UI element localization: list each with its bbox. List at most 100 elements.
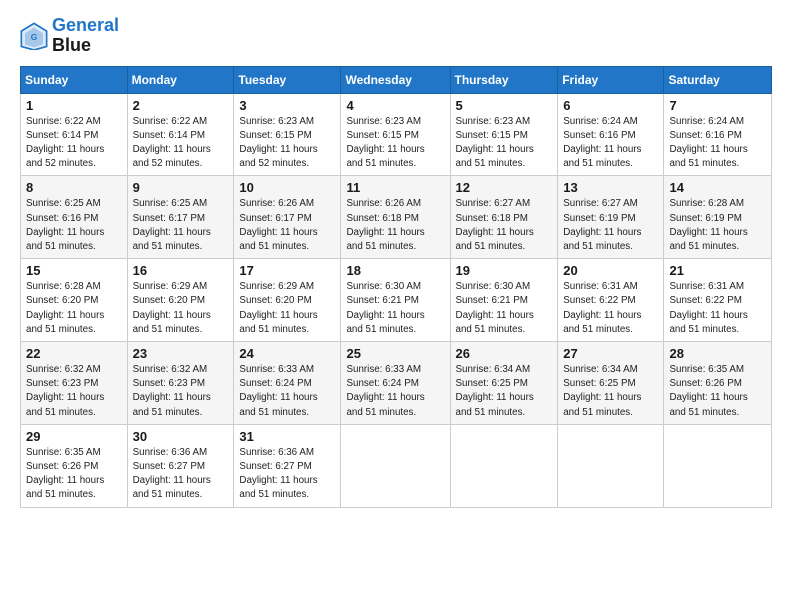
day-number: 3 <box>239 98 335 113</box>
day-number: 12 <box>456 180 553 195</box>
day-header-sunday: Sunday <box>21 66 128 93</box>
day-number: 24 <box>239 346 335 361</box>
day-info: Sunrise: 6:32 AM Sunset: 6:23 PM Dayligh… <box>26 363 122 420</box>
day-info: Sunrise: 6:25 AM Sunset: 6:16 PM Dayligh… <box>26 197 122 254</box>
calendar-cell: 14 Sunrise: 6:28 AM Sunset: 6:19 PM Dayli… <box>664 176 772 259</box>
day-number: 20 <box>563 263 658 278</box>
calendar-cell: 19Sunrise: 6:30 AM Sunset: 6:21 PM Dayli… <box>450 259 558 342</box>
day-number: 27 <box>563 346 658 361</box>
calendar-cell: 29 Sunrise: 6:35 AM Sunset: 6:26 PM Dayli… <box>21 424 128 507</box>
day-header-thursday: Thursday <box>450 66 558 93</box>
calendar-cell: 27 Sunrise: 6:34 AM Sunset: 6:25 PM Dayli… <box>558 342 664 425</box>
day-header-monday: Monday <box>127 66 234 93</box>
calendar-cell: 26Sunrise: 6:34 AM Sunset: 6:25 PM Dayli… <box>450 342 558 425</box>
day-number: 16 <box>133 263 229 278</box>
calendar-cell: 18 Sunrise: 6:30 AM Sunset: 6:21 PM Dayli… <box>341 259 450 342</box>
day-info: Sunrise: 6:24 AM Sunset: 6:16 PM Dayligh… <box>563 115 658 172</box>
calendar-cell: 13Sunrise: 6:27 AM Sunset: 6:19 PM Dayli… <box>558 176 664 259</box>
calendar-cell: 17 Sunrise: 6:29 AM Sunset: 6:20 PM Dayli… <box>234 259 341 342</box>
day-number: 5 <box>456 98 553 113</box>
calendar-cell: 31Sunrise: 6:36 AM Sunset: 6:27 PM Dayli… <box>234 424 341 507</box>
calendar-header: SundayMondayTuesdayWednesdayThursdayFrid… <box>21 66 772 93</box>
calendar-cell: 22 Sunrise: 6:32 AM Sunset: 6:23 PM Dayli… <box>21 342 128 425</box>
calendar-cell: 9Sunrise: 6:25 AM Sunset: 6:17 PM Daylig… <box>127 176 234 259</box>
day-info: Sunrise: 6:35 AM Sunset: 6:26 PM Dayligh… <box>26 446 122 503</box>
day-number: 31 <box>239 429 335 444</box>
day-info: Sunrise: 6:22 AM Sunset: 6:14 PM Dayligh… <box>133 115 229 172</box>
logo-icon: G <box>20 22 48 50</box>
calendar-cell <box>341 424 450 507</box>
day-number: 22 <box>26 346 122 361</box>
calendar-cell: 1 Sunrise: 6:22 AM Sunset: 6:14 PM Daylig… <box>21 93 128 176</box>
logo-text: General Blue <box>52 16 119 56</box>
day-info: Sunrise: 6:24 AM Sunset: 6:16 PM Dayligh… <box>669 115 766 172</box>
day-info: Sunrise: 6:29 AM Sunset: 6:20 PM Dayligh… <box>133 280 229 337</box>
calendar-body: 1 Sunrise: 6:22 AM Sunset: 6:14 PM Daylig… <box>21 93 772 507</box>
day-info: Sunrise: 6:27 AM Sunset: 6:19 PM Dayligh… <box>563 197 658 254</box>
day-header-wednesday: Wednesday <box>341 66 450 93</box>
day-header-saturday: Saturday <box>664 66 772 93</box>
calendar-cell: 5 Sunrise: 6:23 AM Sunset: 6:15 PM Daylig… <box>450 93 558 176</box>
day-info: Sunrise: 6:30 AM Sunset: 6:21 PM Dayligh… <box>346 280 444 337</box>
day-info: Sunrise: 6:26 AM Sunset: 6:18 PM Dayligh… <box>346 197 444 254</box>
calendar-cell: 6 Sunrise: 6:24 AM Sunset: 6:16 PM Daylig… <box>558 93 664 176</box>
calendar-cell: 20 Sunrise: 6:31 AM Sunset: 6:22 PM Dayli… <box>558 259 664 342</box>
calendar-cell: 21 Sunrise: 6:31 AM Sunset: 6:22 PM Dayli… <box>664 259 772 342</box>
day-info: Sunrise: 6:23 AM Sunset: 6:15 PM Dayligh… <box>346 115 444 172</box>
day-number: 17 <box>239 263 335 278</box>
day-number: 26 <box>456 346 553 361</box>
calendar-cell <box>664 424 772 507</box>
day-number: 29 <box>26 429 122 444</box>
svg-text:G: G <box>31 32 38 42</box>
calendar-cell: 10Sunrise: 6:26 AM Sunset: 6:17 PM Dayli… <box>234 176 341 259</box>
day-info: Sunrise: 6:23 AM Sunset: 6:15 PM Dayligh… <box>456 115 553 172</box>
calendar-cell <box>450 424 558 507</box>
day-info: Sunrise: 6:36 AM Sunset: 6:27 PM Dayligh… <box>133 446 229 503</box>
calendar-cell: 12 Sunrise: 6:27 AM Sunset: 6:18 PM Dayli… <box>450 176 558 259</box>
day-header-tuesday: Tuesday <box>234 66 341 93</box>
day-info: Sunrise: 6:31 AM Sunset: 6:22 PM Dayligh… <box>669 280 766 337</box>
header: G General Blue <box>20 16 772 56</box>
day-number: 7 <box>669 98 766 113</box>
week-row-3: 15 Sunrise: 6:28 AM Sunset: 6:20 PM Dayli… <box>21 259 772 342</box>
day-info: Sunrise: 6:32 AM Sunset: 6:23 PM Dayligh… <box>133 363 229 420</box>
day-number: 30 <box>133 429 229 444</box>
calendar-table: SundayMondayTuesdayWednesdayThursdayFrid… <box>20 66 772 508</box>
day-number: 25 <box>346 346 444 361</box>
week-row-4: 22 Sunrise: 6:32 AM Sunset: 6:23 PM Dayli… <box>21 342 772 425</box>
day-number: 11 <box>346 180 444 195</box>
day-number: 6 <box>563 98 658 113</box>
day-info: Sunrise: 6:29 AM Sunset: 6:20 PM Dayligh… <box>239 280 335 337</box>
day-info: Sunrise: 6:33 AM Sunset: 6:24 PM Dayligh… <box>239 363 335 420</box>
day-number: 15 <box>26 263 122 278</box>
week-row-1: 1 Sunrise: 6:22 AM Sunset: 6:14 PM Daylig… <box>21 93 772 176</box>
day-info: Sunrise: 6:22 AM Sunset: 6:14 PM Dayligh… <box>26 115 122 172</box>
calendar-cell: 16 Sunrise: 6:29 AM Sunset: 6:20 PM Dayli… <box>127 259 234 342</box>
day-header-friday: Friday <box>558 66 664 93</box>
page: G General Blue SundayMondayTuesdayWednes… <box>0 0 792 612</box>
calendar-cell: 4 Sunrise: 6:23 AM Sunset: 6:15 PM Daylig… <box>341 93 450 176</box>
day-number: 10 <box>239 180 335 195</box>
day-number: 4 <box>346 98 444 113</box>
day-info: Sunrise: 6:35 AM Sunset: 6:26 PM Dayligh… <box>669 363 766 420</box>
day-number: 8 <box>26 180 122 195</box>
calendar-cell: 11 Sunrise: 6:26 AM Sunset: 6:18 PM Dayli… <box>341 176 450 259</box>
day-info: Sunrise: 6:31 AM Sunset: 6:22 PM Dayligh… <box>563 280 658 337</box>
day-info: Sunrise: 6:28 AM Sunset: 6:19 PM Dayligh… <box>669 197 766 254</box>
calendar-cell: 23 Sunrise: 6:32 AM Sunset: 6:23 PM Dayli… <box>127 342 234 425</box>
day-info: Sunrise: 6:28 AM Sunset: 6:20 PM Dayligh… <box>26 280 122 337</box>
calendar-cell: 3Sunrise: 6:23 AM Sunset: 6:15 PM Daylig… <box>234 93 341 176</box>
day-info: Sunrise: 6:34 AM Sunset: 6:25 PM Dayligh… <box>563 363 658 420</box>
day-number: 18 <box>346 263 444 278</box>
day-info: Sunrise: 6:25 AM Sunset: 6:17 PM Dayligh… <box>133 197 229 254</box>
day-number: 19 <box>456 263 553 278</box>
header-row: SundayMondayTuesdayWednesdayThursdayFrid… <box>21 66 772 93</box>
logo: G General Blue <box>20 16 119 56</box>
day-number: 23 <box>133 346 229 361</box>
day-number: 1 <box>26 98 122 113</box>
day-number: 14 <box>669 180 766 195</box>
calendar-cell: 8 Sunrise: 6:25 AM Sunset: 6:16 PM Daylig… <box>21 176 128 259</box>
day-info: Sunrise: 6:27 AM Sunset: 6:18 PM Dayligh… <box>456 197 553 254</box>
day-number: 21 <box>669 263 766 278</box>
calendar-cell: 2Sunrise: 6:22 AM Sunset: 6:14 PM Daylig… <box>127 93 234 176</box>
